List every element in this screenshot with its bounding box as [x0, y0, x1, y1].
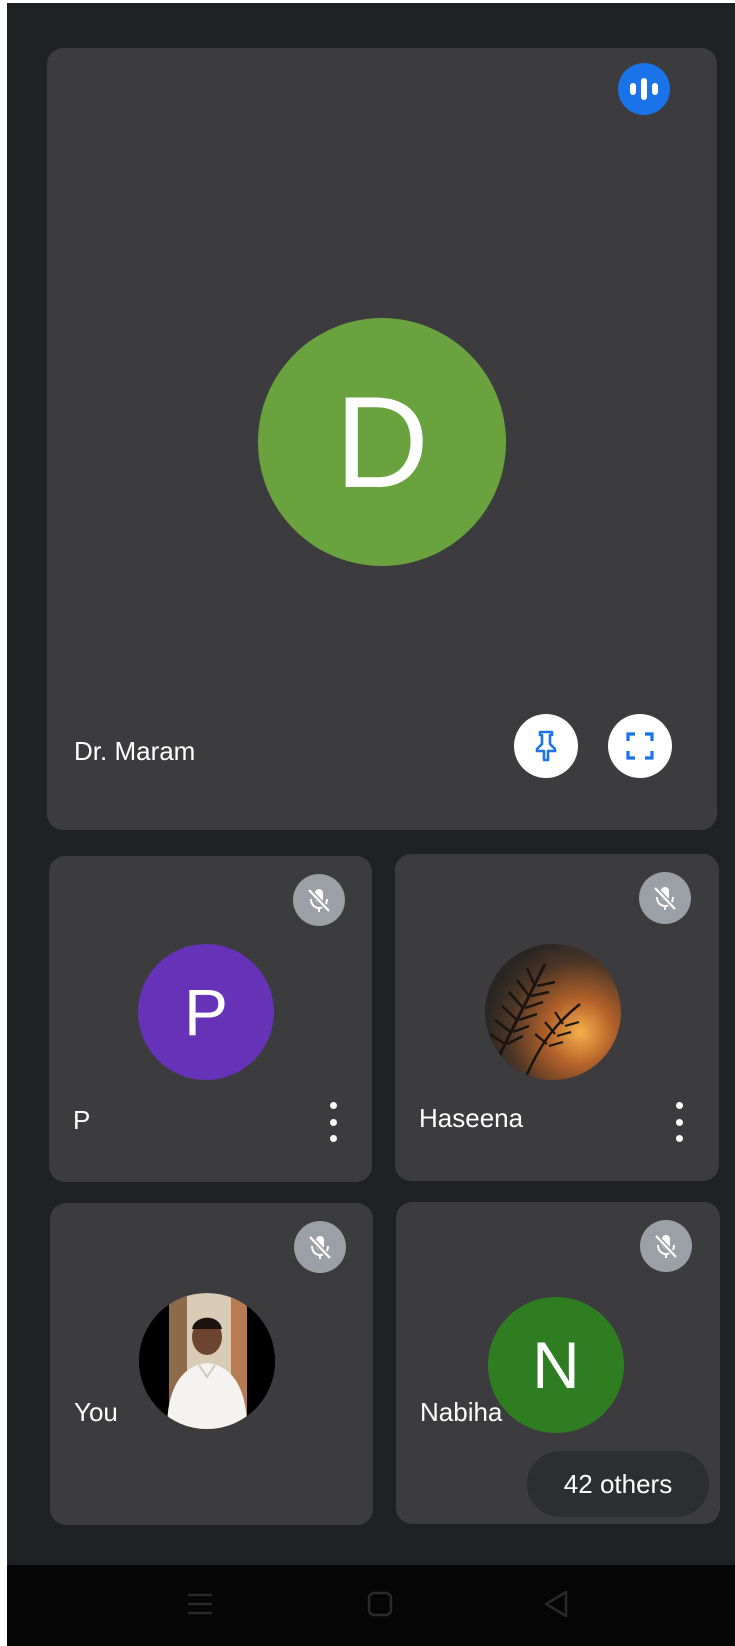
main-participant-avatar: D [258, 318, 506, 566]
avatar-initial: N [532, 1328, 580, 1402]
more-vert-icon[interactable] [671, 1102, 687, 1142]
participant-photo-avatar [485, 944, 621, 1080]
user-photo [139, 1293, 275, 1429]
meeting-screen: D Dr. Maram P P Haseena You N Nabiha 42 … [7, 3, 735, 1646]
system-navigation-bar [7, 1565, 735, 1646]
mic-off-icon [639, 872, 691, 924]
more-vert-icon[interactable] [325, 1102, 341, 1142]
participant-tile-you[interactable]: You [50, 1203, 373, 1525]
sunset-fern-photo [485, 944, 621, 1080]
participant-tile-haseena[interactable]: Haseena [395, 854, 719, 1181]
participant-name: You [74, 1397, 118, 1427]
mic-off-icon [293, 874, 345, 926]
fullscreen-button[interactable] [608, 714, 672, 778]
menu-icon[interactable] [185, 1589, 215, 1619]
participant-photo-avatar [139, 1293, 275, 1429]
others-label: 42 others [563, 1468, 673, 1499]
back-triangle-icon[interactable] [540, 1587, 572, 1621]
avatar-initial: D [335, 369, 429, 515]
mic-off-icon [640, 1220, 692, 1272]
audio-level-icon [618, 63, 670, 115]
participant-name: Haseena [419, 1103, 524, 1133]
main-participant-name: Dr. Maram [74, 736, 196, 766]
main-participant-tile[interactable]: D Dr. Maram [47, 48, 717, 830]
others-count-button[interactable]: 42 others [527, 1451, 709, 1517]
participant-name: Nabiha [420, 1397, 503, 1427]
pin-icon [535, 730, 557, 762]
fullscreen-icon [626, 732, 654, 760]
avatar-initial: P [183, 975, 229, 1049]
participant-avatar: P [138, 944, 274, 1080]
home-square-icon[interactable] [364, 1587, 396, 1621]
participant-avatar: N [488, 1297, 624, 1433]
pin-button[interactable] [514, 714, 578, 778]
mic-off-icon [294, 1221, 346, 1273]
participant-name: P [73, 1105, 91, 1135]
participant-tile-p[interactable]: P P [49, 856, 372, 1182]
